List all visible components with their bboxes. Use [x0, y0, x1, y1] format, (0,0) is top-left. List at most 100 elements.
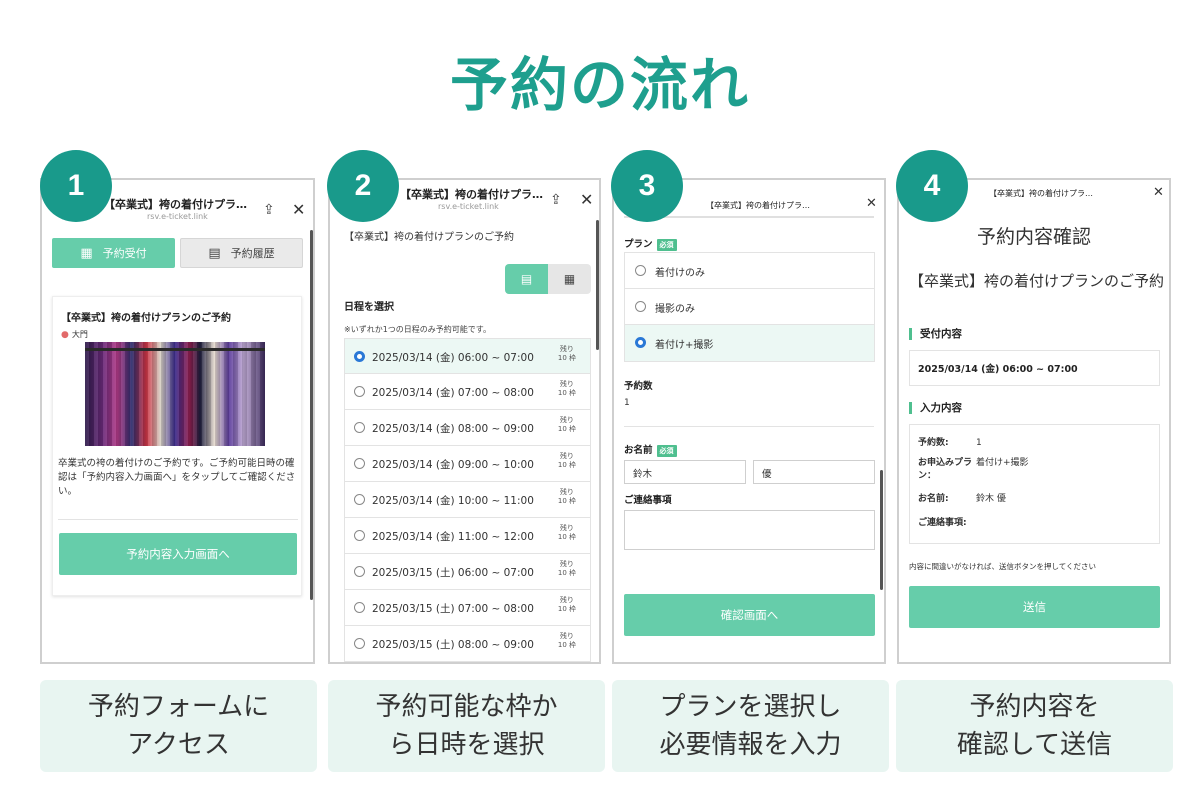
slot-row[interactable]: 2025/03/14 (金) 08:00 ~ 09:00 残り 10 枠 [344, 410, 591, 446]
section-reception: 受付内容 [909, 328, 962, 340]
go-confirm-button[interactable]: 確認画面へ [624, 594, 875, 636]
remain-label: 残り [559, 380, 574, 388]
radio-button[interactable] [354, 530, 365, 541]
calendar-view-button[interactable]: ▦ [548, 264, 591, 294]
remain-count: 10 枠 [557, 497, 576, 505]
slot-row[interactable]: 2025/03/14 (金) 06:00 ~ 07:00 残り 10 枠 [344, 338, 591, 374]
slot-time: 2025/03/14 (金) 07:00 ~ 08:00 [372, 387, 534, 399]
scrollbar[interactable] [880, 470, 883, 590]
slot-remaining: 残り 10 枠 [558, 632, 576, 650]
location-pin-icon: ● [61, 330, 69, 340]
radio-button[interactable] [635, 301, 646, 312]
plan-label-text: プラン [624, 239, 653, 250]
caption-line: 確認して送信 [956, 730, 1113, 760]
slot-time: 2025/03/15 (土) 08:00 ~ 09:00 [372, 639, 534, 651]
go-input-button[interactable]: 予約内容入力画面へ [59, 533, 297, 575]
slot-row[interactable]: 2025/03/14 (金) 10:00 ~ 11:00 残り 10 枠 [344, 482, 591, 518]
header-url: rsv.e-ticket.link [147, 212, 208, 221]
memo-textarea[interactable] [624, 510, 875, 550]
step-2-caption: 予約可能な枠か ら日時を選択 [328, 680, 605, 772]
radio-button[interactable] [354, 351, 365, 362]
remain-label: 残り [559, 632, 574, 640]
slot-time: 2025/03/15 (土) 06:00 ~ 07:00 [372, 567, 534, 579]
list-view-button[interactable]: ▤ [505, 264, 548, 294]
close-icon[interactable]: ✕ [1153, 185, 1164, 200]
plan-option[interactable]: 着付けのみ [625, 253, 874, 289]
slot-time: 2025/03/15 (土) 07:00 ~ 08:00 [372, 603, 534, 615]
plan-option-label: 着付け+撮影 [655, 340, 714, 351]
plan-option[interactable]: 着付け+撮影 [625, 325, 874, 361]
calendar-icon: ▦ [80, 245, 93, 261]
step-4-badge: 4 [896, 150, 968, 222]
count-label: 予約数 [624, 381, 653, 392]
radio-button[interactable] [354, 494, 365, 505]
slot-remaining: 残り 10 枠 [558, 380, 576, 398]
section-input: 入力内容 [909, 402, 962, 414]
close-icon[interactable]: ✕ [580, 190, 593, 209]
remain-label: 残り [559, 524, 574, 532]
tab-history-label: 予約履歴 [230, 247, 275, 260]
radio-button[interactable] [354, 386, 365, 397]
slot-row[interactable]: 2025/03/15 (土) 07:00 ~ 08:00 残り 10 枠 [344, 590, 591, 626]
last-name-input[interactable]: 鈴木 [624, 460, 746, 484]
close-icon[interactable]: ✕ [292, 200, 305, 219]
header-title: 【卒業式】袴の着付けプラ… [706, 201, 810, 210]
step-2-badge: 2 [327, 150, 399, 222]
step-3-caption: プランを選択し 必要情報を入力 [612, 680, 889, 772]
step-1-caption: 予約フォームに アクセス [40, 680, 317, 772]
slot-remaining: 残り 10 枠 [558, 416, 576, 434]
list-icon: ▤ [520, 272, 533, 286]
tab-reserve-label: 予約受付 [102, 247, 147, 260]
remain-count: 10 枠 [557, 389, 576, 397]
radio-button[interactable] [635, 337, 646, 348]
confirm-title: 予約内容確認 [976, 226, 1091, 248]
plan-options: 着付けのみ 撮影のみ着付け+撮影 [624, 252, 875, 362]
plan-option[interactable]: 撮影のみ [625, 289, 874, 325]
summary-key: ご連絡事項: [918, 518, 967, 528]
submit-button[interactable]: 送信 [909, 586, 1160, 628]
step-1-badge: 1 [40, 150, 112, 222]
location-text: 大門 [71, 330, 88, 339]
summary-value: 鈴木 優 [976, 494, 1006, 504]
step-3-badge: 3 [611, 150, 683, 222]
slot-time: 2025/03/14 (金) 11:00 ~ 12:00 [372, 531, 534, 543]
slot-row[interactable]: 2025/03/14 (金) 11:00 ~ 12:00 残り 10 枠 [344, 518, 591, 554]
calendar-icon: ▦ [563, 272, 576, 286]
share-icon[interactable]: ⇪ [263, 202, 275, 218]
caption-line: 予約可能な枠か [375, 692, 558, 722]
close-icon[interactable]: ✕ [866, 196, 877, 211]
remain-count: 10 枠 [557, 461, 576, 469]
confirm-notice: 内容に間違いがなければ、送信ボタンを押してください [909, 562, 1097, 571]
radio-button[interactable] [354, 566, 365, 577]
remain-count: 10 枠 [557, 569, 576, 577]
radio-button[interactable] [354, 602, 365, 613]
remain-count: 10 枠 [557, 605, 576, 613]
slot-row[interactable]: 2025/03/15 (土) 06:00 ~ 07:00 残り 10 枠 [344, 554, 591, 590]
remain-count: 10 枠 [557, 425, 576, 433]
slot-remaining: 残り 10 枠 [558, 560, 576, 578]
radio-button[interactable] [354, 422, 365, 433]
slot-row[interactable]: 2025/03/14 (金) 09:00 ~ 10:00 残り 10 枠 [344, 446, 591, 482]
scrollbar[interactable] [596, 220, 599, 350]
slot-row[interactable]: 2025/03/15 (土) 08:00 ~ 09:00 残り 10 枠 [344, 626, 591, 662]
screen-confirm: 【卒業式】袴の着付けプラ… ✕ 予約内容確認 【卒業式】袴の着付けプランのご予約… [897, 178, 1171, 664]
radio-button[interactable] [635, 265, 646, 276]
caption-line: 必要情報を入力 [659, 730, 842, 760]
first-name-input[interactable]: 優 [753, 460, 875, 484]
step-4-caption: 予約内容を 確認して送信 [896, 680, 1173, 772]
slot-remaining: 残り 10 枠 [558, 524, 576, 542]
slot-row[interactable]: 2025/03/14 (金) 07:00 ~ 08:00 残り 10 枠 [344, 374, 591, 410]
tab-reserve[interactable]: ▦ 予約受付 [52, 238, 175, 268]
scrollbar[interactable] [310, 230, 313, 600]
header-title: 【卒業式】袴の着付けプラ… [400, 188, 543, 201]
divider [58, 519, 298, 520]
plan-description: 卒業式の袴の着付けのご予約です。ご予約可能日時の確認は「予約内容入力画面へ」をタ… [58, 458, 296, 497]
share-icon[interactable]: ⇪ [550, 192, 562, 208]
kimono-photo [85, 342, 265, 446]
required-badge: 必須 [656, 238, 677, 251]
header-title: 【卒業式】袴の着付けプラ… [989, 189, 1093, 198]
radio-button[interactable] [354, 458, 365, 469]
radio-button[interactable] [354, 638, 365, 649]
caption-line: アクセス [127, 730, 230, 760]
tab-history[interactable]: ▤ 予約履歴 [180, 238, 303, 268]
